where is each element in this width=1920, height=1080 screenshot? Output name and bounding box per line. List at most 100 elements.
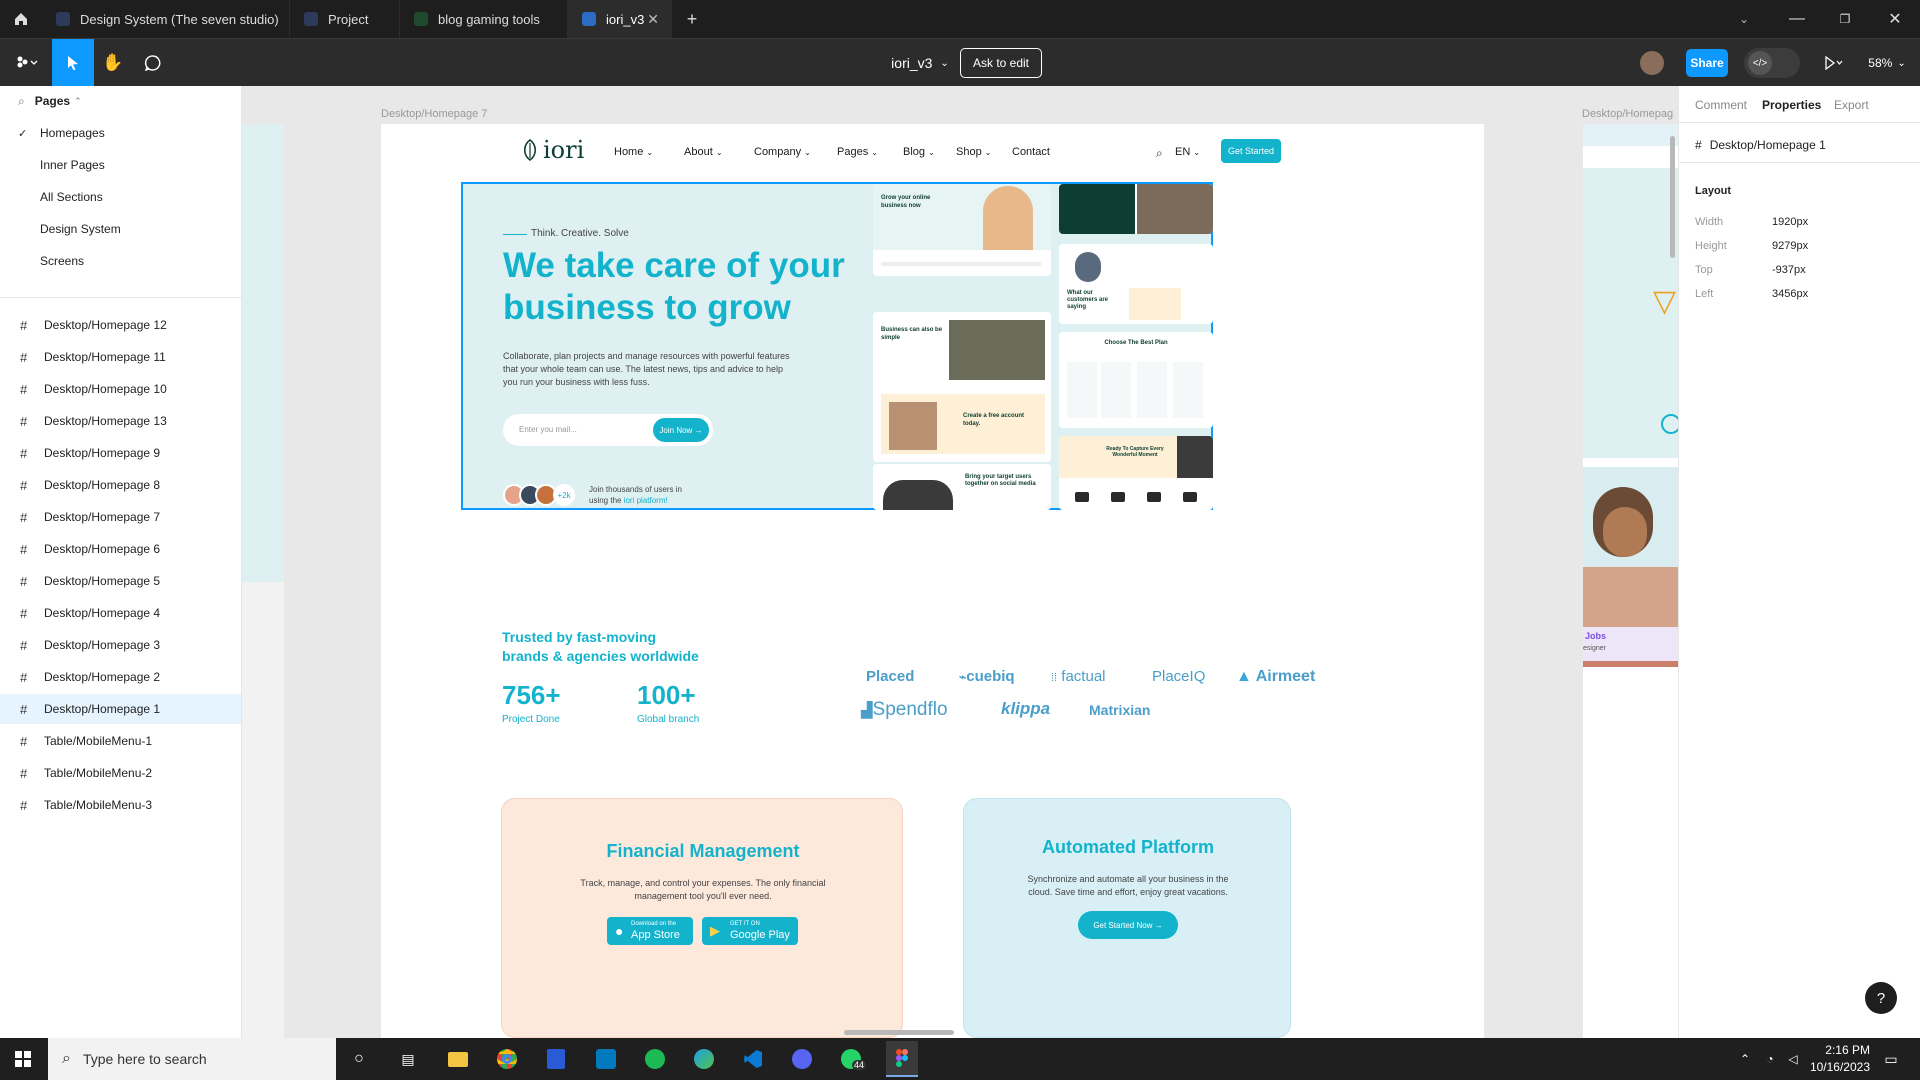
windows-start-icon[interactable] xyxy=(8,1044,38,1074)
move-tool-button[interactable] xyxy=(52,39,94,87)
layer-item[interactable]: # Desktop/Homepage 3 xyxy=(0,630,241,660)
horizontal-scrollbar[interactable] xyxy=(844,1030,954,1035)
tab-comment[interactable]: Comment xyxy=(1695,98,1747,112)
help-button[interactable]: ? xyxy=(1865,982,1897,1014)
divider xyxy=(0,297,241,298)
frame-desktop-homepage-7[interactable]: iori Home ⌄ About ⌄ Company ⌄ Pages ⌄ Bl… xyxy=(381,124,1484,1038)
cortana-icon[interactable]: ○ xyxy=(344,1044,374,1074)
prop-value[interactable]: 3456px xyxy=(1772,288,1808,300)
clock[interactable]: 2:16 PM 10/16/2023 xyxy=(1808,1042,1870,1076)
layer-item[interactable]: # Desktop/Homepage 5 xyxy=(0,566,241,596)
nav-company[interactable]: Company ⌄ xyxy=(754,146,811,158)
taskbar-search[interactable]: ⌕ Type here to search xyxy=(48,1038,336,1080)
email-input[interactable]: Enter you mail... Join Now → xyxy=(503,414,713,446)
search-icon[interactable]: ⌕ xyxy=(18,94,25,109)
nav-contact[interactable]: Contact xyxy=(1012,146,1050,158)
file-explorer-icon[interactable] xyxy=(443,1044,473,1074)
layer-item[interactable]: # Desktop/Homepage 4 xyxy=(0,598,241,628)
trello-icon[interactable] xyxy=(591,1044,621,1074)
page-item-inner-pages[interactable]: Inner Pages xyxy=(0,150,241,180)
google-play-button[interactable]: ▶ GET IT ON Google Play xyxy=(702,917,798,945)
layer-item[interactable]: # Desktop/Homepage 2 xyxy=(0,662,241,692)
restore-button[interactable]: ❐ xyxy=(1830,0,1860,38)
pages-header[interactable]: ⌕ Pages ⌃ xyxy=(0,86,241,116)
tab-export[interactable]: Export xyxy=(1834,98,1869,112)
figma-icon[interactable] xyxy=(886,1041,918,1077)
whatsapp-icon[interactable]: 44 xyxy=(836,1044,867,1074)
chevron-down-icon[interactable]: ⌄ xyxy=(1732,0,1756,38)
minimize-button[interactable]: — xyxy=(1782,0,1812,38)
get-started-button[interactable]: Get Started xyxy=(1221,139,1281,163)
layer-item[interactable]: # Desktop/Homepage 12 xyxy=(0,310,241,340)
layer-item[interactable]: # Table/MobileMenu-2 xyxy=(0,758,241,788)
site-logo[interactable]: iori xyxy=(521,136,584,164)
home-icon[interactable] xyxy=(8,0,34,38)
chrome-icon[interactable] xyxy=(492,1044,522,1074)
layer-item[interactable]: # Table/MobileMenu-3 xyxy=(0,790,241,820)
tab-properties[interactable]: Properties xyxy=(1762,98,1821,112)
mockup-photo xyxy=(1137,184,1213,234)
prop-value[interactable]: 9279px xyxy=(1772,240,1808,252)
avatar[interactable] xyxy=(1640,51,1664,75)
discord-icon[interactable] xyxy=(787,1044,817,1074)
layer-item[interactable]: # Desktop/Homepage 11 xyxy=(0,342,241,372)
layer-item[interactable]: # Desktop/Homepage 7 xyxy=(0,502,241,532)
new-tab-button[interactable]: + xyxy=(680,0,704,38)
file-name[interactable]: iori_v3 ⌄ xyxy=(870,39,970,87)
app-store-button[interactable]: ● Download on the App Store xyxy=(607,917,693,945)
task-view-icon[interactable]: ▤ xyxy=(393,1044,423,1074)
frame-label-right[interactable]: Desktop/Homepag xyxy=(1582,108,1673,120)
main-menu-button[interactable] xyxy=(10,39,44,87)
close-window-button[interactable]: ✕ xyxy=(1880,0,1910,38)
nav-about[interactable]: About ⌄ xyxy=(684,146,723,158)
layer-item[interactable]: # Desktop/Homepage 9 xyxy=(0,438,241,468)
vertical-scrollbar[interactable] xyxy=(1670,136,1675,258)
hero-section[interactable]: Think. Creative. Solve We take care of y… xyxy=(461,182,1213,510)
close-icon[interactable]: ✕ xyxy=(647,11,659,28)
page-item-homepages[interactable]: ✓ Homepages xyxy=(0,118,241,148)
get-started-now-button[interactable]: Get Started Now → xyxy=(1078,911,1178,939)
layer-item[interactable]: # Desktop/Homepage 13 xyxy=(0,406,241,436)
page-item-screens[interactable]: Screens xyxy=(0,246,241,276)
search-icon[interactable]: ⌕ xyxy=(1156,146,1163,161)
edge-icon[interactable] xyxy=(689,1044,719,1074)
notification-icon[interactable]: ▭ xyxy=(1876,1044,1906,1074)
layer-item[interactable]: # Desktop/Homepage 10 xyxy=(0,374,241,404)
prop-value[interactable]: 1920px xyxy=(1772,216,1808,228)
card-automated-platform[interactable]: Automated Platform Synchronize and autom… xyxy=(963,798,1291,1038)
card-financial-management[interactable]: Financial Management Track, manage, and … xyxy=(501,798,903,1038)
frame-icon: # xyxy=(20,477,28,493)
join-now-button[interactable]: Join Now → xyxy=(653,418,709,442)
page-item-design-system[interactable]: Design System xyxy=(0,214,241,244)
nav-home[interactable]: Home ⌄ xyxy=(614,146,653,158)
canvas[interactable]: Desktop/Homepage 7 Desktop/Homepag iori … xyxy=(242,86,1678,1038)
zoom-menu[interactable]: 58% ⌄ xyxy=(1864,39,1910,87)
tab-project[interactable]: Project xyxy=(290,0,400,38)
tab-iori-v3[interactable]: iori_v3 ✕ xyxy=(568,0,672,38)
volume-icon[interactable]: ◁ xyxy=(1778,1044,1808,1074)
present-button[interactable] xyxy=(1816,39,1852,87)
frame-icon: # xyxy=(20,669,28,685)
nav-pages[interactable]: Pages ⌄ xyxy=(837,146,878,158)
share-button[interactable]: Share xyxy=(1686,49,1728,77)
tab-design-system[interactable]: Design System (The seven studio) xyxy=(42,0,290,38)
layer-item[interactable]: # Desktop/Homepage 8 xyxy=(0,470,241,500)
hand-tool-icon[interactable]: ✋ xyxy=(98,39,128,87)
page-item-all-sections[interactable]: All Sections xyxy=(0,182,241,212)
tab-blog-gaming-tools[interactable]: blog gaming tools xyxy=(400,0,568,38)
vscode-icon[interactable] xyxy=(738,1044,768,1074)
ask-to-edit-button[interactable]: Ask to edit xyxy=(960,48,1042,78)
layer-item[interactable]: # Table/MobileMenu-1 xyxy=(0,726,241,756)
kanban-app-icon[interactable] xyxy=(541,1044,571,1074)
nav-shop[interactable]: Shop ⌄ xyxy=(956,146,991,158)
prop-label: Height xyxy=(1695,240,1727,252)
prop-value[interactable]: -937px xyxy=(1772,264,1806,276)
spotify-icon[interactable] xyxy=(640,1044,670,1074)
language-select[interactable]: EN ⌄ xyxy=(1175,146,1200,158)
comment-tool-icon[interactable] xyxy=(138,39,168,87)
dev-mode-toggle[interactable]: </> xyxy=(1744,48,1800,78)
layer-item[interactable]: # Desktop/Homepage 6 xyxy=(0,534,241,564)
frame-label[interactable]: Desktop/Homepage 7 xyxy=(381,108,487,120)
nav-blog[interactable]: Blog ⌄ xyxy=(903,146,935,158)
layer-item-selected[interactable]: # Desktop/Homepage 1 xyxy=(0,694,241,724)
